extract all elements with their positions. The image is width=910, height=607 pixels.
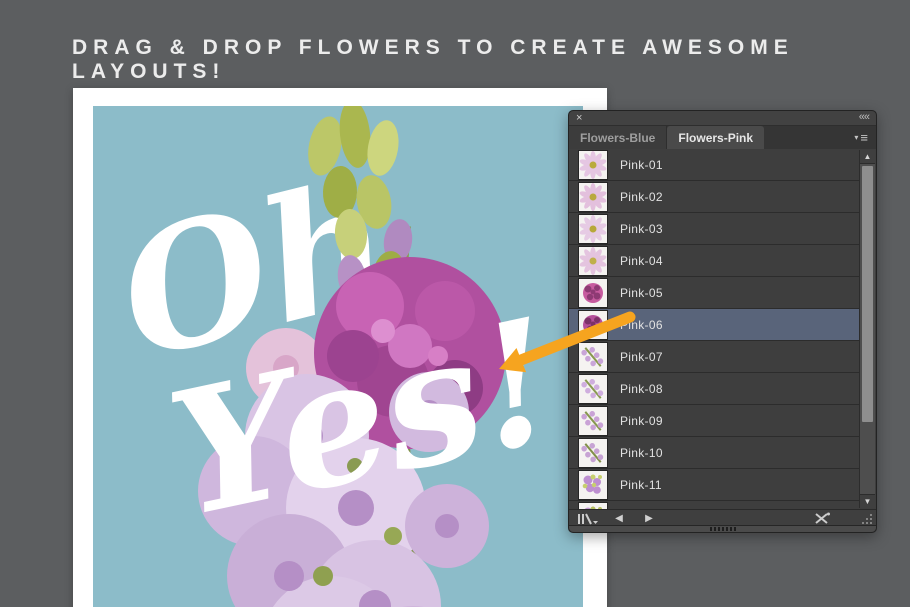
list-item[interactable]: Pink-01 [569, 149, 859, 181]
list-item-label: Pink-08 [620, 382, 663, 396]
list-item-label: Pink-06 [620, 318, 663, 332]
list-item[interactable]: Pink-05 [569, 277, 859, 309]
delete-icon[interactable] [812, 511, 832, 526]
list-item[interactable]: Pink-11 [569, 469, 859, 501]
panel-titlebar[interactable]: × «« [569, 111, 876, 126]
list-item[interactable]: Pink-09 [569, 405, 859, 437]
display-options-icon[interactable] [575, 511, 601, 526]
list-item-label: Pink-10 [620, 446, 663, 460]
previous-button[interactable]: ◀ [609, 511, 629, 526]
panel-menu-icon[interactable]: ▾ ≡ [846, 126, 876, 149]
list-item-label: Pink-01 [620, 158, 663, 172]
list-item-label: Pink-02 [620, 190, 663, 204]
collapse-panel-icon[interactable]: «« [859, 111, 869, 124]
panel-tabbar: Flowers-Blue Flowers-Pink ▾ ≡ [569, 126, 876, 149]
scroll-up-button[interactable]: ▲ [860, 150, 875, 164]
flowers-panel: × «« Flowers-Blue Flowers-Pink ▾ ≡ Pink-… [568, 110, 877, 533]
list-item-label: Pink-04 [620, 254, 663, 268]
screenshot-stage: DRAG & DROP FLOWERS TO CREATE AWESOME LA… [0, 0, 910, 607]
poster-mockup: Oh [73, 88, 607, 607]
list-item[interactable]: Pink-10 [569, 437, 859, 469]
drag-gripper-icon[interactable] [710, 527, 736, 531]
list-item[interactable]: Pink-12 [569, 501, 859, 509]
list-item[interactable]: Pink-06 [569, 309, 859, 341]
list-item-label: Pink-11 [620, 478, 662, 492]
scroll-down-button[interactable]: ▼ [860, 494, 875, 508]
flower-thumbnail [579, 471, 607, 499]
tab-flowers-pink[interactable]: Flowers-Pink [667, 126, 764, 149]
list-item-label: Pink-07 [620, 350, 663, 364]
flower-thumbnail [579, 183, 607, 211]
menu-triangle-icon: ▾ [854, 133, 858, 142]
flower-list: Pink-01 Pink-02 Pink-03 Pink-04 Pink-05 Pink-… [569, 149, 876, 509]
flower-thumbnail [579, 343, 607, 371]
flower-thumbnail [579, 279, 607, 307]
tab-flowers-blue[interactable]: Flowers-Blue [569, 126, 667, 149]
list-item-label: Pink-09 [620, 414, 663, 428]
flower-thumbnail [579, 215, 607, 243]
flower-list-rows: Pink-01 Pink-02 Pink-03 Pink-04 Pink-05 Pink-… [569, 149, 859, 509]
close-icon[interactable]: × [576, 111, 582, 125]
list-item-label: Pink-05 [620, 286, 663, 300]
list-item[interactable]: Pink-08 [569, 373, 859, 405]
next-button[interactable]: ▶ [639, 511, 659, 526]
flower-thumbnail [579, 151, 607, 179]
list-item[interactable]: Pink-04 [569, 245, 859, 277]
list-item[interactable]: Pink-07 [569, 341, 859, 373]
list-item-label: Pink-03 [620, 222, 663, 236]
resize-grip-icon[interactable] [860, 512, 874, 526]
flower-thumbnail [579, 311, 607, 339]
poster-artboard: Oh [93, 106, 583, 607]
flower-thumbnail [579, 407, 607, 435]
flower-thumbnail [579, 439, 607, 467]
scrollbar-thumb[interactable] [862, 166, 873, 422]
list-item[interactable]: Pink-03 [569, 213, 859, 245]
menu-lines-icon: ≡ [860, 130, 868, 145]
headline: DRAG & DROP FLOWERS TO CREATE AWESOME LA… [72, 36, 872, 84]
scrollbar[interactable]: ▲ ▼ [859, 150, 875, 508]
panel-bottom-bar[interactable] [569, 525, 876, 532]
flower-thumbnail [579, 247, 607, 275]
flower-thumbnail [579, 375, 607, 403]
list-item[interactable]: Pink-02 [569, 181, 859, 213]
